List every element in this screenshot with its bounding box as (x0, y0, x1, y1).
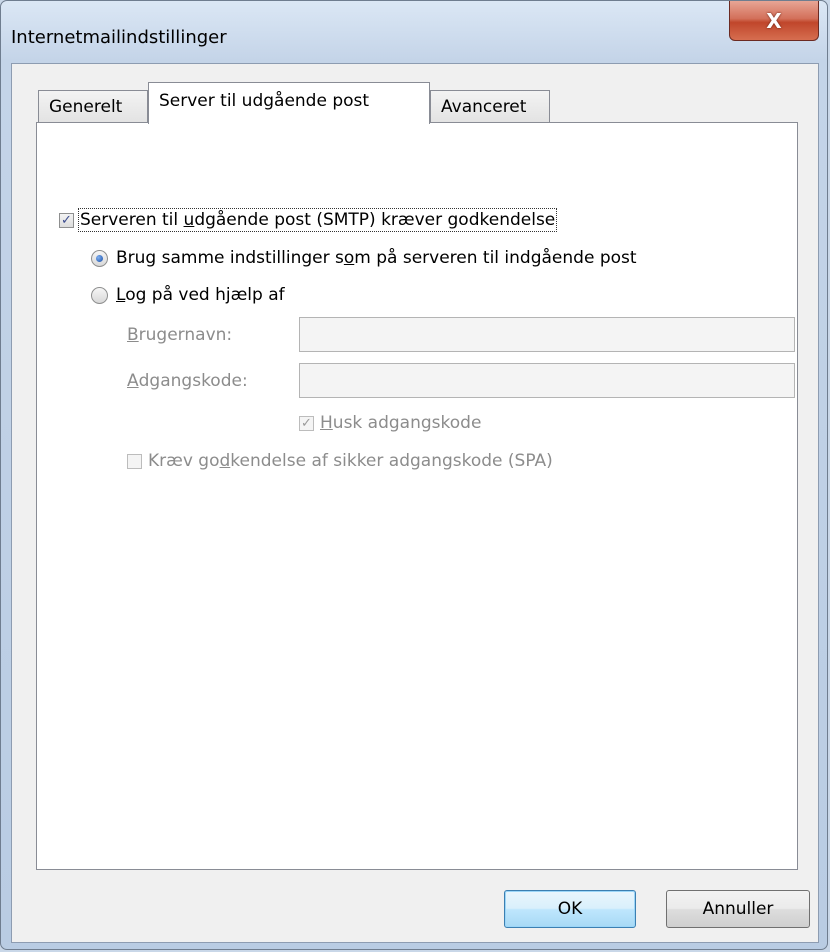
username-input[interactable] (299, 317, 795, 352)
close-button[interactable]: X (729, 1, 819, 41)
smtp-auth-checkbox[interactable] (59, 212, 74, 228)
remember-password-checkbox[interactable] (299, 415, 314, 431)
tab-panel: Serveren til udgående post (SMTP) kræver… (36, 122, 798, 870)
spa-label: Kræv godkendelse af sikker adgangskode (… (148, 451, 553, 471)
tab-label: Server til udgående post (159, 91, 370, 111)
same-settings-radio-row[interactable]: Brug samme indstillinger som på serveren… (91, 248, 637, 268)
spa-row[interactable]: Kræv godkendelse af sikker adgangskode (… (127, 451, 553, 471)
spa-checkbox[interactable] (127, 453, 142, 469)
smtp-auth-label: Serveren til udgående post (SMTP) kræver… (77, 208, 558, 232)
log-on-radio-row[interactable]: Log på ved hjælp af (91, 285, 285, 305)
tab-avanceret[interactable]: Avanceret (430, 90, 550, 122)
same-settings-label: Brug samme indstillinger som på serveren… (116, 248, 637, 268)
username-label: Brugernavn: (127, 325, 233, 345)
log-on-radio[interactable] (91, 286, 108, 304)
window-title: Internetmailindstillinger (11, 27, 227, 48)
close-icon: X (766, 8, 782, 33)
log-on-label: Log på ved hjælp af (116, 285, 285, 305)
tab-label: Generelt (49, 96, 123, 117)
dialog-window: Internetmailindstillinger X Generelt Ser… (0, 0, 828, 950)
tab-server-til-udgaende-post[interactable]: Server til udgående post (148, 82, 430, 124)
dialog-client-area: Generelt Server til udgående post Avance… (11, 63, 819, 943)
cancel-button[interactable]: Annuller (666, 890, 810, 928)
same-settings-radio[interactable] (91, 249, 108, 267)
tab-generelt[interactable]: Generelt (38, 90, 148, 122)
remember-password-label: Husk adgangskode (320, 413, 482, 433)
password-input[interactable] (299, 363, 795, 398)
password-label: Adgangskode: (127, 371, 248, 391)
remember-password-row[interactable]: Husk adgangskode (299, 413, 481, 433)
tab-label: Avanceret (441, 96, 527, 117)
smtp-auth-checkbox-row[interactable]: Serveren til udgående post (SMTP) kræver… (59, 208, 558, 232)
ok-button[interactable]: OK (504, 890, 636, 928)
